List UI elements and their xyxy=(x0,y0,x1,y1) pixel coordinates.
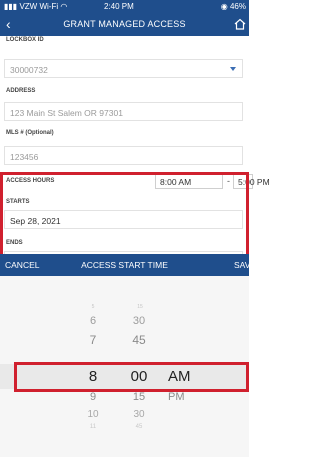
status-bar: ▮▮▮ VZW Wi-Fi ◠ 2:40 PM ◉ 46% xyxy=(0,0,249,14)
picker-minute-option[interactable]: 30 xyxy=(128,315,150,327)
picker-period-option[interactable]: PM xyxy=(168,391,185,403)
picker-title: ACCESS START TIME xyxy=(81,260,168,270)
picker-selection-band xyxy=(0,364,249,389)
battery-status: ◉ 46% xyxy=(221,2,246,11)
picker-hour-option[interactable]: 5 xyxy=(86,304,100,310)
picker-minute-option[interactable]: 15 xyxy=(132,304,148,310)
carrier-text: VZW Wi-Fi xyxy=(19,2,59,11)
mls-field[interactable]: 123456 xyxy=(4,146,243,165)
carrier-label: ▮▮▮ VZW Wi-Fi ◠ xyxy=(4,2,67,11)
lockbox-id-label: LOCKBOX ID xyxy=(6,37,44,43)
starts-date-field[interactable]: Sep 28, 2021 xyxy=(4,210,243,229)
selected-minute[interactable]: 00 xyxy=(126,368,152,385)
selected-period[interactable]: AM xyxy=(168,368,191,385)
picker-minute-option[interactable]: 15 xyxy=(128,391,150,403)
address-label: ADDRESS xyxy=(6,88,36,94)
picker-hour-option[interactable]: 9 xyxy=(86,391,100,403)
nav-bar: ‹ GRANT MANAGED ACCESS xyxy=(0,14,249,36)
picker-toolbar: CANCEL ACCESS START TIME SAVE xyxy=(0,254,256,276)
picker-hour-option[interactable]: 11 xyxy=(83,424,103,430)
location-icon: ◉ xyxy=(220,2,228,11)
page-title: GRANT MANAGED ACCESS xyxy=(63,19,186,29)
picker-minute-option[interactable]: 45 xyxy=(128,333,150,347)
battery-percent: 46% xyxy=(229,2,246,11)
end-time-field[interactable]: 5:00 PM xyxy=(233,174,270,189)
start-time-field[interactable]: 8:00 AM xyxy=(155,174,223,189)
lockbox-id-value: 30000732 xyxy=(10,65,48,75)
picker-hour-option[interactable]: 6 xyxy=(86,315,100,327)
save-button[interactable]: SAVE xyxy=(234,260,256,270)
picker-hour-option[interactable]: 10 xyxy=(83,409,103,420)
status-time: 2:40 PM xyxy=(104,2,134,11)
picker-minute-option[interactable]: 45 xyxy=(128,424,150,430)
home-icon[interactable] xyxy=(234,18,246,30)
mls-label: MLS # (Optional) xyxy=(6,130,54,136)
signal-icon: ▮▮▮ xyxy=(4,2,18,11)
wifi-icon: ◠ xyxy=(60,2,68,11)
picker-hour-option[interactable]: 7 xyxy=(86,333,100,347)
time-separator: - xyxy=(227,176,230,186)
picker-minute-option[interactable]: 30 xyxy=(128,409,150,420)
access-hours-label: ACCESS HOURS xyxy=(6,178,55,184)
address-field[interactable]: 123 Main St Salem OR 97301 xyxy=(4,102,243,121)
ends-label: ENDS xyxy=(6,240,23,246)
lockbox-id-select[interactable]: 30000732 xyxy=(4,59,243,78)
selected-hour[interactable]: 8 xyxy=(86,368,100,385)
chevron-down-icon xyxy=(230,67,236,71)
starts-label: STARTS xyxy=(6,199,30,205)
